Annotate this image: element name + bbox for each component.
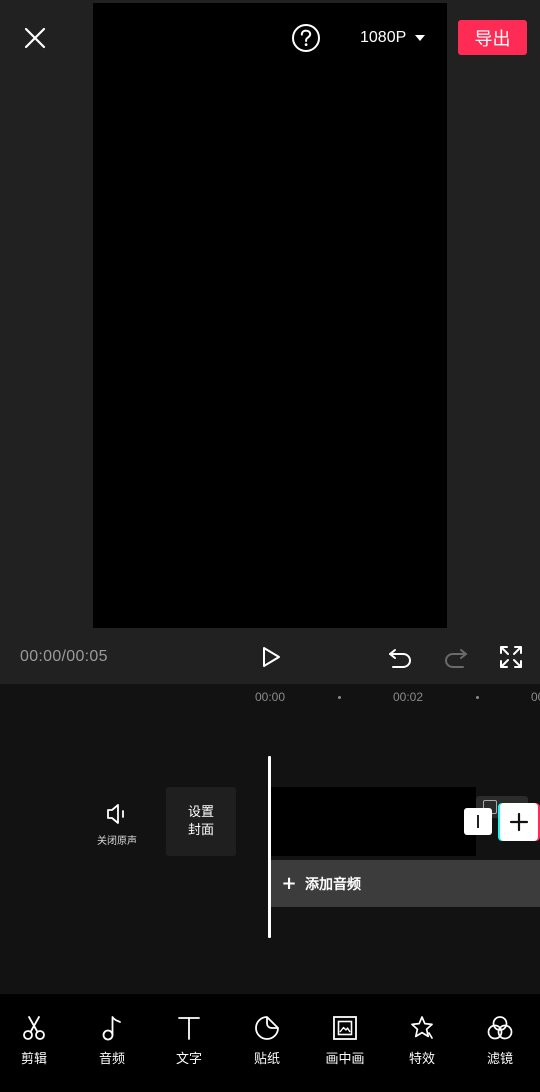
music-note-icon xyxy=(102,1016,121,1041)
close-button[interactable] xyxy=(18,21,52,55)
sticker-icon xyxy=(255,1016,279,1040)
question-mark-icon xyxy=(292,24,320,52)
set-cover-label-line2: 封面 xyxy=(187,822,214,838)
resolution-selector[interactable]: 1080P xyxy=(360,27,426,49)
ruler-label: 00:02 xyxy=(393,690,424,704)
play-icon xyxy=(263,647,280,667)
ruler-label: 00:00 xyxy=(255,690,286,704)
editor-screen: 1080P 导出 00:00/00:05 00:00 00:02 0 关闭原声 … xyxy=(0,0,540,1092)
undo-icon xyxy=(389,649,412,668)
play-button[interactable] xyxy=(258,644,284,670)
filter-icon xyxy=(487,1016,513,1040)
toolbar-item-filter[interactable]: 滤镜 xyxy=(470,1014,530,1070)
ruler-tick xyxy=(476,696,479,699)
transition-button[interactable] xyxy=(464,808,492,835)
ruler-label: 00:04 xyxy=(531,690,540,704)
mute-original-audio-label: 关闭原声 xyxy=(97,836,137,847)
toolbar-item-audio[interactable]: 音频 xyxy=(82,1014,142,1070)
text-icon xyxy=(178,1017,200,1040)
mute-original-audio-button[interactable]: 关闭原声 xyxy=(90,802,144,852)
toolbar-item-label: 滤镜 xyxy=(486,1052,513,1067)
redo-button[interactable] xyxy=(442,644,470,670)
toolbar-item-picture-in-picture[interactable]: 画中画 xyxy=(315,1014,375,1070)
resolution-label: 1080P xyxy=(360,29,407,46)
preview-area: 1080P 导出 00:00/00:05 xyxy=(0,0,540,684)
add-audio-button[interactable]: + 添加音频 xyxy=(271,860,540,907)
toolbar-item-label: 音频 xyxy=(98,1052,125,1067)
redo-icon xyxy=(444,649,467,668)
scissors-icon xyxy=(23,1016,45,1040)
help-button[interactable] xyxy=(290,22,322,54)
playhead[interactable] xyxy=(268,756,271,938)
set-cover-button[interactable]: 设置 封面 xyxy=(166,787,236,856)
toolbar-item-text[interactable]: 文字 xyxy=(159,1014,219,1070)
close-icon xyxy=(24,27,46,49)
toolbar-item-sticker[interactable]: 贴纸 xyxy=(237,1014,297,1070)
bottom-toolbar: 剪辑 音频 文字 贴纸 画中画 特效 滤镜 xyxy=(0,994,540,1092)
toolbar-item-label: 贴纸 xyxy=(253,1052,280,1067)
toolbar-item-edit[interactable]: 剪辑 xyxy=(4,1014,64,1070)
ruler-tick xyxy=(338,696,341,699)
fullscreen-icon xyxy=(500,646,522,668)
toolbar-item-label: 文字 xyxy=(175,1052,202,1067)
toolbar-item-label: 特效 xyxy=(408,1052,435,1067)
toolbar-item-label: 画中画 xyxy=(325,1052,365,1067)
timeline-panel[interactable]: 00:00 00:02 00:04 关闭原声 设置 封面 xyxy=(0,684,540,994)
toolbar-item-effects[interactable]: 特效 xyxy=(392,1014,452,1070)
toolbar-item-label: 剪辑 xyxy=(20,1052,47,1067)
transition-bar-icon xyxy=(477,815,479,828)
set-cover-label-line1: 设置 xyxy=(187,804,214,820)
video-clip[interactable] xyxy=(271,787,476,856)
speaker-icon xyxy=(107,804,124,824)
plus-icon: + xyxy=(281,873,297,894)
add-clip-button[interactable] xyxy=(500,803,538,841)
add-audio-label: 添加音频 xyxy=(305,876,361,893)
time-display: 00:00/00:05 xyxy=(20,648,108,665)
export-button[interactable]: 导出 xyxy=(458,20,527,55)
picture-in-picture-icon xyxy=(333,1016,357,1040)
video-preview-canvas[interactable] xyxy=(93,3,447,628)
caret-down-icon xyxy=(415,35,426,41)
undo-button[interactable] xyxy=(386,644,414,670)
effects-star-icon xyxy=(411,1016,433,1039)
plus-icon xyxy=(509,812,529,832)
fullscreen-button[interactable] xyxy=(498,644,524,670)
